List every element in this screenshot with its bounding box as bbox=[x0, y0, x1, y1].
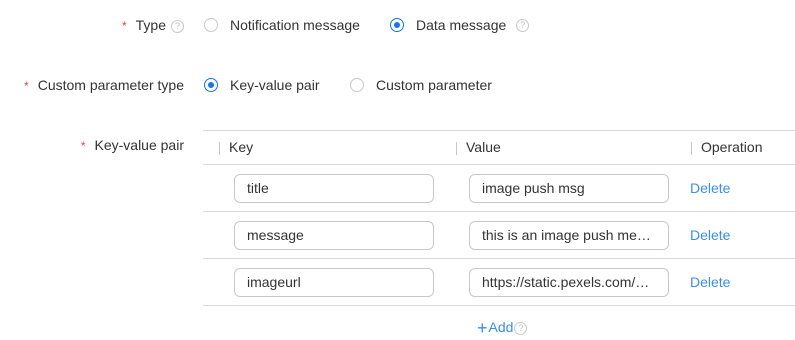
radio-checked-icon bbox=[390, 18, 404, 32]
custom-parameter-type-label: Custom parameter type bbox=[37, 77, 184, 93]
radio-circle-icon bbox=[350, 78, 364, 92]
add-row-button[interactable]: +Add? bbox=[477, 315, 528, 339]
required-mark: * bbox=[121, 19, 127, 33]
delete-link[interactable]: Delete bbox=[690, 268, 730, 297]
radio-label: Custom parameter bbox=[376, 77, 492, 93]
delete-link[interactable]: Delete bbox=[690, 221, 730, 250]
key-value-pair-label: Key-value pair bbox=[94, 137, 185, 153]
radio-key-value-pair[interactable]: Key-value pair bbox=[204, 73, 320, 97]
value-input[interactable]: image push msg bbox=[469, 174, 669, 203]
type-row: * Type? Notification message Data message… bbox=[0, 13, 795, 37]
radio-circle-icon bbox=[204, 18, 218, 32]
radio-label: Key-value pair bbox=[230, 77, 320, 93]
type-label-wrap: * Type? bbox=[122, 13, 184, 37]
key-input[interactable]: title bbox=[234, 174, 434, 203]
custom-parameter-type-label-wrap: * Custom parameter type bbox=[24, 73, 184, 97]
value-input[interactable]: https://static.pexels.com/… bbox=[469, 268, 669, 297]
key-input[interactable]: message bbox=[234, 221, 434, 250]
type-label: Type bbox=[135, 17, 166, 33]
radio-label: Notification message bbox=[230, 17, 360, 33]
question-circle-icon[interactable]: ? bbox=[171, 20, 184, 33]
radio-data-message[interactable]: Data message ? bbox=[390, 13, 530, 37]
radio-checked-icon bbox=[204, 78, 218, 92]
delete-link[interactable]: Delete bbox=[690, 174, 730, 203]
table-header: Key Value Operation bbox=[203, 130, 795, 165]
value-input[interactable]: this is an image push me… bbox=[469, 221, 669, 250]
radio-notification-message[interactable]: Notification message bbox=[204, 13, 360, 37]
key-value-pair-label-wrap: * Key-value pair bbox=[81, 133, 184, 157]
column-header-value: Value bbox=[456, 131, 501, 164]
table-row: message this is an image push me… Delete bbox=[203, 212, 795, 259]
question-circle-icon[interactable]: ? bbox=[514, 322, 528, 335]
required-mark: * bbox=[24, 79, 29, 93]
radio-label: Data message bbox=[416, 17, 507, 33]
custom-parameter-type-row: * Custom parameter type Key-value pair Cu… bbox=[0, 73, 795, 97]
radio-custom-parameter[interactable]: Custom parameter bbox=[350, 73, 492, 97]
table-row: title image push msg Delete bbox=[203, 165, 795, 212]
column-header-operation: Operation bbox=[691, 131, 762, 164]
add-label: Add bbox=[488, 319, 514, 335]
table-row: imageurl https://static.pexels.com/… Del… bbox=[203, 259, 795, 306]
question-circle-icon[interactable]: ? bbox=[516, 18, 530, 32]
column-header-key: Key bbox=[219, 131, 253, 164]
key-input[interactable]: imageurl bbox=[234, 268, 434, 297]
required-mark: * bbox=[80, 139, 86, 153]
plus-icon: + bbox=[477, 318, 488, 338]
